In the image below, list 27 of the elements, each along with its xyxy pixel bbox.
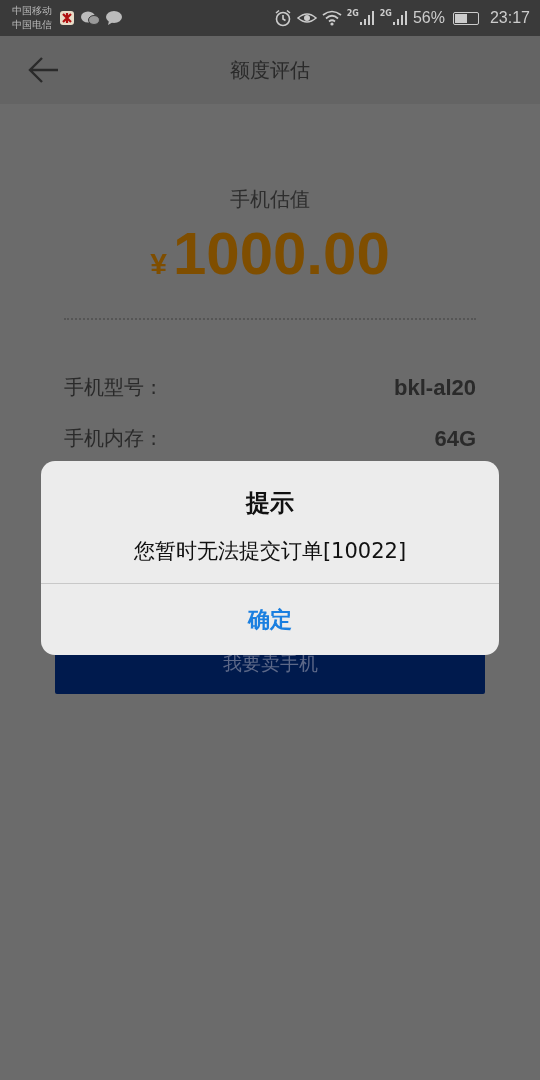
valuation-amount: 1000.00 <box>172 219 390 288</box>
message-icon <box>105 10 123 26</box>
wifi-icon <box>321 10 342 26</box>
confirm-button[interactable]: 确定 <box>41 583 499 655</box>
dialog-title: 提示 <box>246 488 294 519</box>
back-arrow-icon[interactable] <box>28 56 60 84</box>
spec-value: bkl-al20 <box>394 374 476 401</box>
spec-value: 64G <box>434 425 476 452</box>
network-label: 2G <box>379 10 392 18</box>
signal-icon <box>358 10 375 26</box>
currency-symbol: ¥ <box>150 247 167 281</box>
dialog-message: 您暂时无法提交订单[10022] <box>133 538 407 565</box>
carrier-name: 中国电信 <box>12 18 52 32</box>
clock: 23:17 <box>489 9 530 27</box>
eye-icon <box>296 10 317 26</box>
page-title: 额度评估 <box>230 56 310 84</box>
spec-label: 手机内存 : <box>64 425 158 452</box>
valuation-label: 手机估值 <box>229 186 311 213</box>
spec-label: 手机型号 : <box>64 374 158 401</box>
app-notification-icon <box>59 10 75 26</box>
carrier-name: 中国移动 <box>12 4 52 18</box>
chat-icon <box>80 10 100 26</box>
signal-icon <box>391 10 408 26</box>
network-label: 2G <box>346 10 359 18</box>
alarm-icon <box>273 9 292 27</box>
battery-percent: 56% <box>412 9 445 27</box>
battery-icon <box>452 11 479 25</box>
